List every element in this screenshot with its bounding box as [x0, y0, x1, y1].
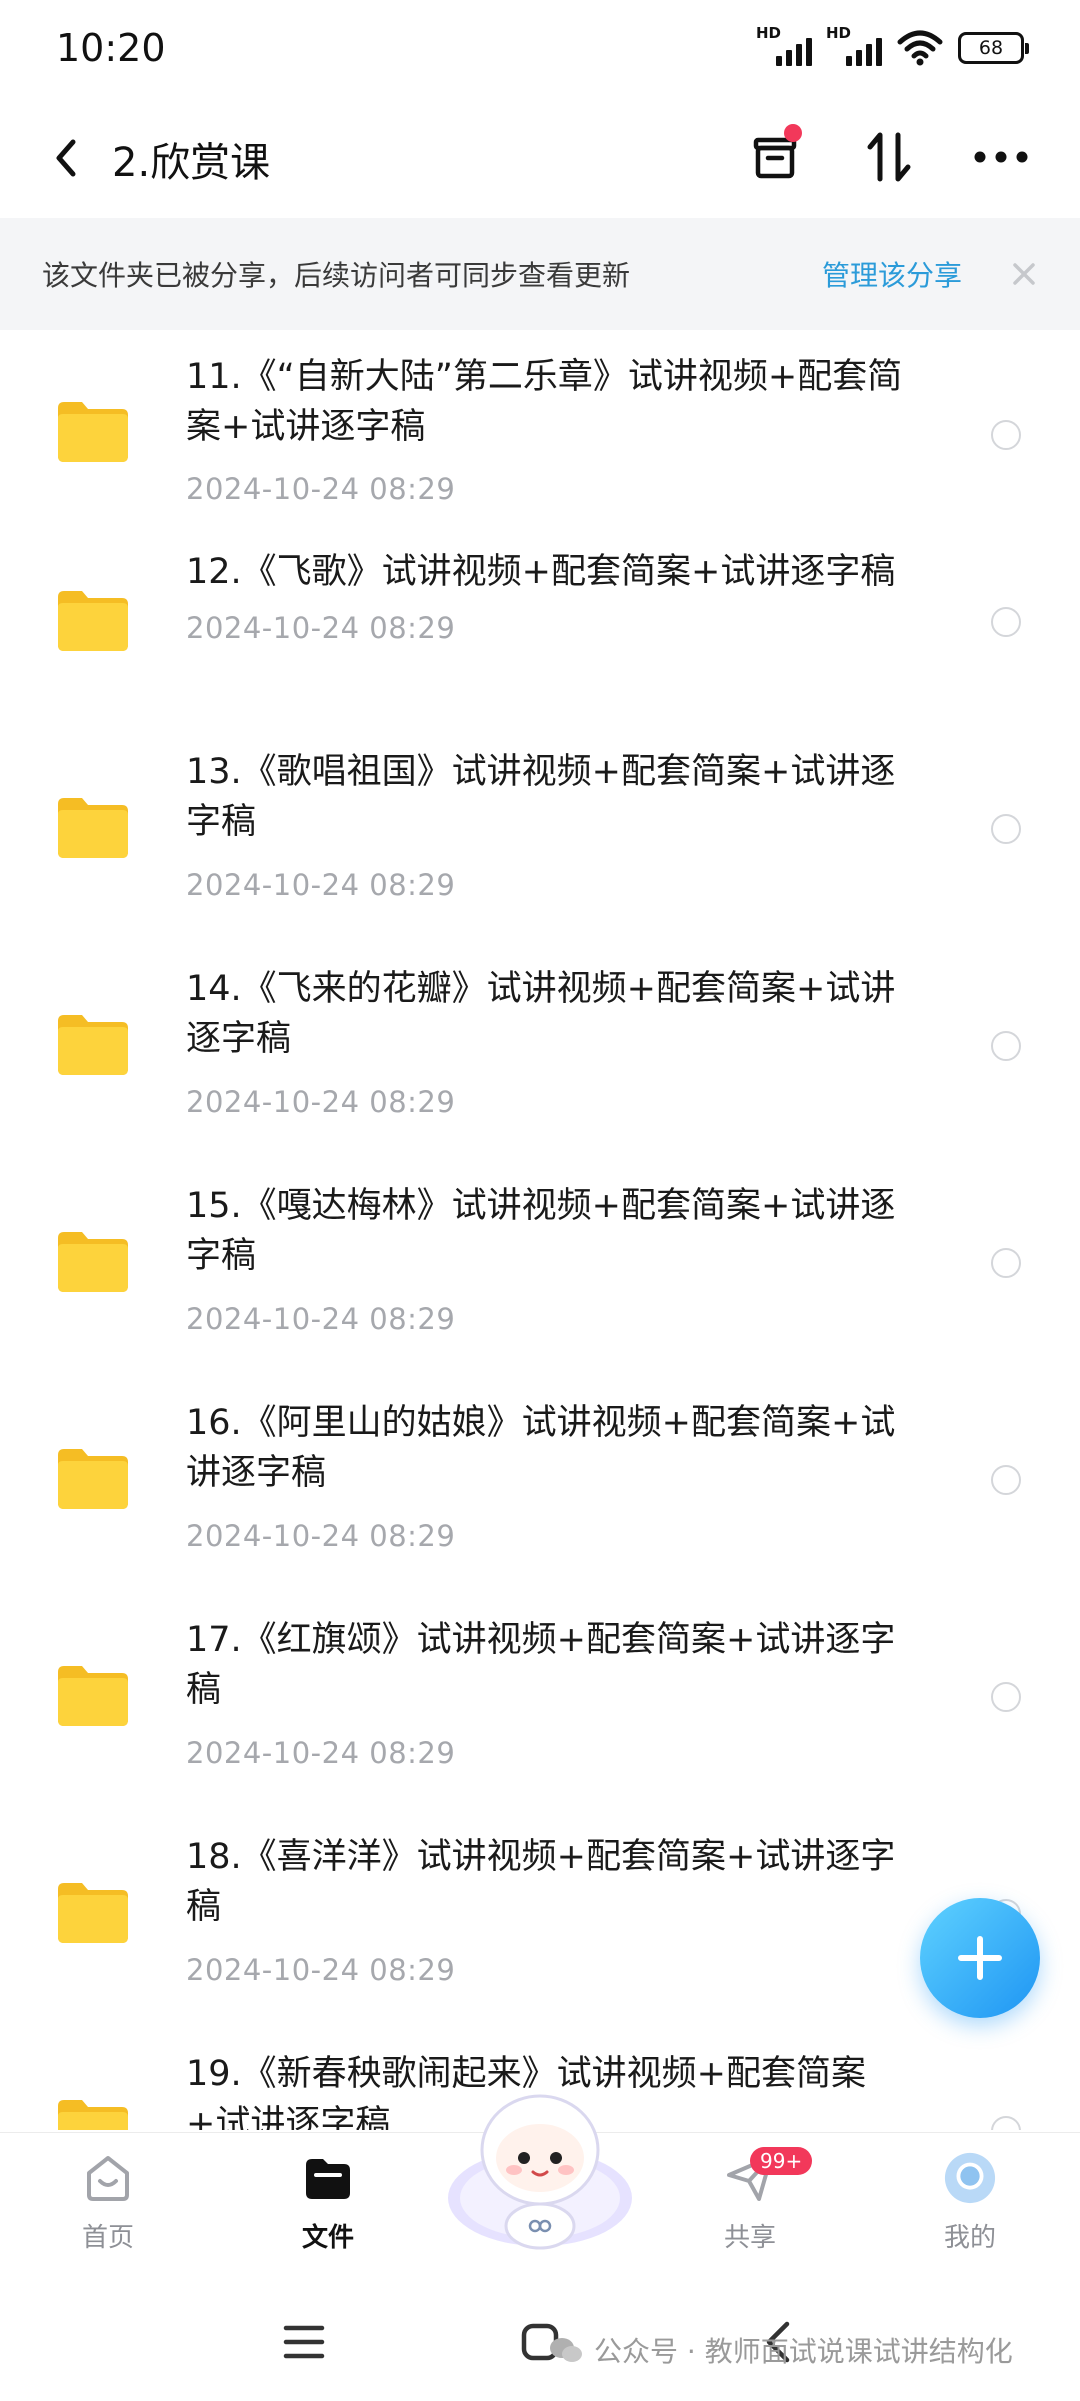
share-banner-text: 该文件夹已被分享，后续访问者可同步查看更新: [42, 259, 631, 292]
plus-icon: [958, 1936, 1002, 1980]
more-dots-icon: [974, 151, 1028, 163]
folder-icon: [58, 1015, 128, 1075]
file-name: 11.《“自新大陆”第二乐章》试讲视频+配套简 案+试讲逐字稿: [186, 357, 903, 447]
battery-icon: 68: [958, 32, 1029, 64]
status-time: 10:20: [56, 26, 166, 70]
file-row[interactable]: 13.《歌唱祖国》试讲视频+配套简案+试讲逐 字稿 2024-10-24 08:2…: [0, 752, 1080, 981]
folder-icon: [58, 1883, 128, 1943]
file-date: 2024-10-24 08:29: [186, 472, 456, 506]
file-row[interactable]: 16.《阿里山的姑娘》试讲视频+配套简案+试 讲逐字稿 2024-10-24 08…: [0, 1403, 1080, 1632]
wechat-icon: [550, 2338, 582, 2362]
folder-icon: [58, 591, 128, 651]
signal-icon: HD: [826, 24, 882, 68]
hamburger-icon: [283, 2325, 325, 2359]
folder-icon: [58, 1666, 128, 1726]
watermark-text: 公众号 · 教师面试说课试讲结构化: [594, 2335, 1013, 2368]
file-date: 2024-10-24 08:29: [186, 1302, 456, 1336]
more-button[interactable]: [966, 122, 1036, 192]
nav-home[interactable]: 首页: [48, 2151, 168, 2271]
avatar: [943, 2151, 997, 2205]
nav-me-label: 我的: [943, 2223, 996, 2253]
select-radio[interactable]: [991, 1682, 1021, 1712]
signal-icon: HD: [756, 24, 812, 68]
sort-arrows-icon: [867, 132, 911, 182]
chevron-left-icon: [56, 139, 76, 177]
file-name: 17.《红旗颂》试讲视频+配套简案+试讲逐字稿: [186, 1620, 896, 1710]
notification-dot: [784, 124, 802, 142]
add-button[interactable]: [920, 1898, 1040, 2018]
nav-share[interactable]: 99+ 共享: [690, 2147, 813, 2271]
folder-icon: [58, 2100, 128, 2130]
file-row[interactable]: 11.《“自新大陆”第二乐章》试讲视频+配套简 案+试讲逐字稿 2024-10-2…: [0, 330, 1080, 547]
battery-level: 68: [978, 37, 1004, 59]
file-name: 18.《喜洋洋》试讲视频+配套简案+试讲逐字稿: [186, 1837, 896, 1927]
file-list: 11.《“自新大陆”第二乐章》试讲视频+配套简 案+试讲逐字稿 2024-10-2…: [0, 330, 1080, 2130]
manage-share-link[interactable]: 管理该分享: [822, 254, 962, 294]
file-name: 15.《嘎达梅林》试讲视频+配套简案+试讲逐 字稿: [186, 1186, 896, 1276]
share-badge: 99+: [750, 2147, 813, 2175]
file-name: 12.《飞歌》试讲视频+配套简案+试讲逐字稿: [186, 552, 896, 592]
nav-me[interactable]: 我的: [910, 2151, 1030, 2271]
close-icon: [1013, 263, 1035, 285]
nav-files[interactable]: 文件: [268, 2151, 388, 2271]
select-radio[interactable]: [991, 1248, 1021, 1278]
sort-button[interactable]: [854, 122, 924, 192]
files-icon: [301, 2151, 355, 2205]
folder-icon: [58, 1232, 128, 1292]
file-row[interactable]: 17.《红旗颂》试讲视频+配套简案+试讲逐字稿 2024-10-24 08:29: [0, 1620, 1080, 1849]
banner-close-button[interactable]: [1004, 254, 1044, 294]
wifi-icon: [897, 30, 943, 66]
back-button[interactable]: [36, 128, 96, 188]
file-row[interactable]: 18.《喜洋洋》试讲视频+配套简案+试讲逐字稿 2024-10-24 08:29: [0, 1837, 1080, 2066]
select-radio[interactable]: [991, 1031, 1021, 1061]
select-radio[interactable]: [991, 420, 1021, 450]
share-banner: 该文件夹已被分享，后续访问者可同步查看更新 管理该分享: [0, 218, 1080, 330]
mascot-assistant-button[interactable]: [440, 2080, 640, 2260]
menu-button[interactable]: [274, 2312, 334, 2372]
status-bar: 10:20 HD HD 68: [0, 0, 1080, 100]
file-row[interactable]: 14.《飞来的花瓣》试讲视频+配套简案+试讲 逐字稿 2024-10-24 08:…: [0, 969, 1080, 1198]
nav-files-label: 文件: [301, 2223, 354, 2253]
archive-button[interactable]: [740, 122, 810, 192]
file-row[interactable]: 15.《嘎达梅林》试讲视频+配套简案+试讲逐 字稿 2024-10-24 08:2…: [0, 1186, 1080, 1415]
file-name: 16.《阿里山的姑娘》试讲视频+配套简案+试 讲逐字稿: [186, 1403, 896, 1493]
select-radio[interactable]: [991, 814, 1021, 844]
file-row[interactable]: 12.《飞歌》试讲视频+配套简案+试讲逐字稿 2024-10-24 08:29: [0, 547, 1080, 764]
file-date: 2024-10-24 08:29: [186, 1736, 456, 1770]
file-date: 2024-10-24 08:29: [186, 868, 456, 902]
nav-share-label: 共享: [723, 2223, 776, 2253]
home-icon: [81, 2151, 135, 2205]
folder-icon: [58, 1449, 128, 1509]
header: 2.欣赏课: [0, 100, 1080, 218]
file-name: 13.《歌唱祖国》试讲视频+配套简案+试讲逐 字稿: [186, 752, 896, 842]
folder-icon: [58, 402, 128, 462]
file-date: 2024-10-24 08:29: [186, 1953, 456, 1987]
file-name: 14.《飞来的花瓣》试讲视频+配套简案+试讲 逐字稿: [186, 969, 896, 1059]
page-title: 2.欣赏课: [112, 140, 271, 186]
select-radio[interactable]: [991, 2116, 1021, 2130]
folder-icon: [58, 798, 128, 858]
select-radio[interactable]: [991, 607, 1021, 637]
nav-home-label: 首页: [81, 2223, 134, 2253]
file-date: 2024-10-24 08:29: [186, 1519, 456, 1553]
watermark: 公众号 · 教师面试说课试讲结构化: [548, 2330, 1013, 2370]
file-date: 2024-10-24 08:29: [186, 611, 456, 645]
select-radio[interactable]: [991, 1465, 1021, 1495]
status-icons: HD HD 68: [756, 24, 1029, 68]
file-date: 2024-10-24 08:29: [186, 1085, 456, 1119]
